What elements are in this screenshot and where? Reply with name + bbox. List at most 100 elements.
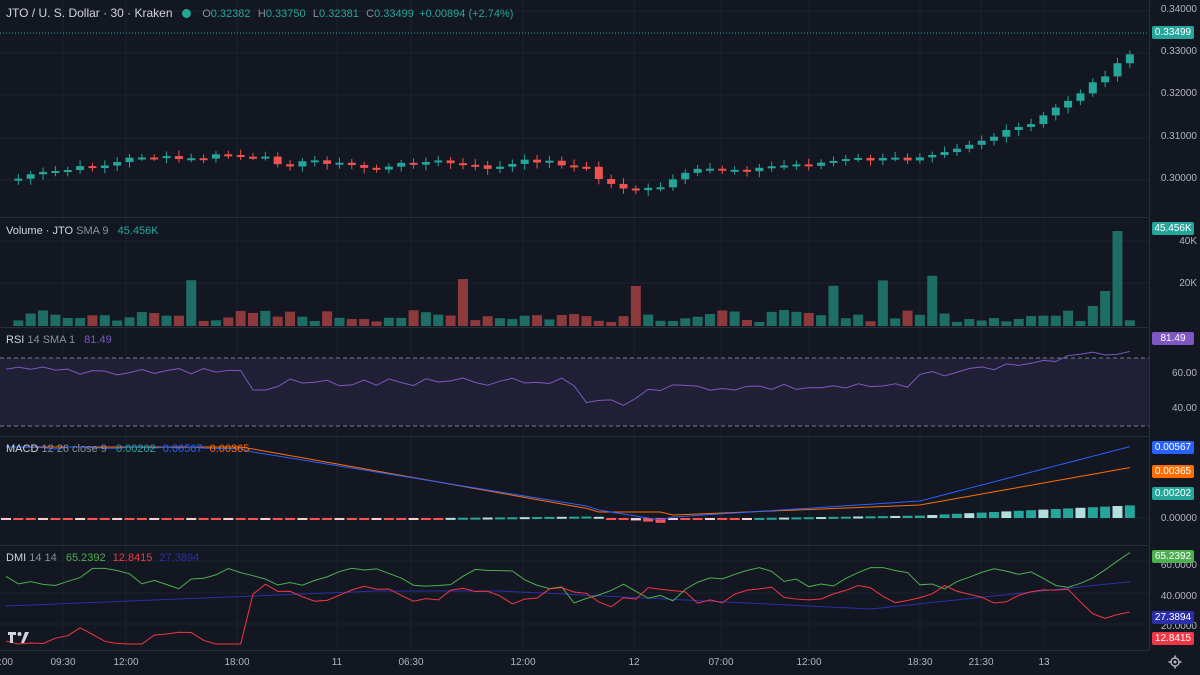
- volume-bar: [1075, 320, 1086, 326]
- symbol-title[interactable]: JTO / U. S. Dollar · 30 · Kraken: [6, 6, 173, 20]
- candle-body: [1039, 115, 1048, 125]
- volume-bar: [334, 317, 345, 326]
- macd-hist-bar: [840, 516, 851, 519]
- macd-hist-bar: [272, 518, 283, 520]
- volume-bar: [1063, 310, 1074, 326]
- macd-hist-bar: [729, 518, 740, 520]
- candle-body: [162, 156, 171, 159]
- macd-hist-bar: [877, 516, 888, 519]
- macd-hist-bar: [519, 517, 530, 520]
- volume-bar: [803, 312, 814, 326]
- candle-body: [1076, 93, 1085, 101]
- time-tick: :00: [0, 657, 13, 668]
- macd-hist-bar: [371, 518, 382, 520]
- volume-bar: [482, 316, 493, 326]
- candle-body: [286, 164, 295, 167]
- volume-bar: [951, 321, 962, 326]
- candle-body: [829, 160, 838, 163]
- time-tick: 11: [331, 657, 343, 668]
- volume-bar: [507, 319, 518, 326]
- macd-hist-bar: [927, 515, 938, 518]
- volume-bar: [704, 313, 715, 326]
- candle-body: [644, 187, 653, 191]
- volume-bar: [383, 317, 394, 326]
- macd-hist-bar: [890, 515, 901, 518]
- time-tick: 09:30: [50, 657, 76, 668]
- volume-title[interactable]: Volume · JTO: [6, 225, 73, 237]
- volume-bar: [495, 318, 505, 326]
- volume-bar: [581, 316, 592, 326]
- macd-hist-bar: [853, 516, 864, 519]
- gear-icon[interactable]: [1168, 655, 1182, 669]
- dmi-title[interactable]: DMI: [6, 552, 26, 564]
- candle-body: [211, 154, 220, 159]
- high-value: 0.33750: [265, 8, 306, 20]
- macd-hist-bar: [692, 518, 703, 520]
- macd-hist-bar: [495, 517, 505, 520]
- rsi-title[interactable]: RSI: [6, 334, 24, 346]
- close-label: C: [366, 8, 375, 20]
- macd-hist-bar: [223, 518, 234, 520]
- change-value: +0.00894 (+2.74%): [419, 8, 514, 20]
- macd-hist-bar: [87, 518, 98, 520]
- macd-hist-bar: [914, 515, 925, 518]
- candle-body: [14, 178, 23, 181]
- time-tick: 18:00: [224, 657, 250, 668]
- macd-hist-bar: [779, 517, 790, 520]
- volume-bar: [112, 320, 123, 326]
- candle-body: [471, 164, 480, 167]
- macd-hist-bar: [618, 518, 629, 520]
- time-tick: 12: [628, 657, 640, 668]
- candle-body: [26, 174, 35, 179]
- volume-bar: [544, 319, 555, 326]
- candle-body: [594, 166, 603, 180]
- volume-bar: [136, 312, 147, 326]
- volume-bar: [939, 313, 950, 326]
- macd-hist-bar: [742, 518, 752, 520]
- candle-body: [804, 164, 813, 167]
- candle-body: [977, 140, 986, 145]
- tradingview-logo-icon[interactable]: [8, 630, 30, 646]
- rsi-tick: 60.00: [1171, 368, 1197, 379]
- candle-body: [446, 160, 455, 164]
- price-tick: 0.33000: [1160, 46, 1197, 57]
- candle-body: [545, 160, 554, 163]
- candle-body: [323, 160, 332, 164]
- candlestick-chart[interactable]: [0, 0, 1149, 217]
- volume-bar: [1050, 315, 1061, 326]
- rsi-pane[interactable]: [0, 328, 1149, 437]
- volume-bar: [87, 315, 98, 326]
- eye-dot-icon[interactable]: [181, 9, 191, 18]
- candle-body: [51, 171, 60, 174]
- volume-bar: [50, 314, 61, 326]
- open-value: 0.32382: [210, 8, 251, 20]
- volume-bar: [420, 312, 431, 326]
- macd-hist-bar: [173, 518, 184, 520]
- macd-hist-bar: [951, 513, 962, 518]
- volume-bar: [359, 319, 370, 326]
- macd-hist-bar: [680, 518, 691, 520]
- macd-hist-bar: [322, 518, 333, 520]
- macd-hist-bar: [470, 517, 481, 520]
- adx-badge: 27.3894: [1152, 611, 1194, 624]
- time-tick: 12:00: [510, 657, 536, 668]
- candle-body: [681, 172, 690, 180]
- volume-bar: [1013, 318, 1024, 326]
- volume-pane[interactable]: [0, 218, 1149, 328]
- volume-bar: [1026, 316, 1037, 326]
- candle-body: [421, 162, 430, 165]
- macd-hist-bar: [25, 518, 36, 520]
- volume-bar: [223, 317, 234, 326]
- price-tick: 0.30000: [1160, 173, 1197, 184]
- macd-hist-bar: [1038, 509, 1049, 518]
- candle-body: [1002, 129, 1011, 137]
- macd-hist-bar: [1075, 507, 1086, 518]
- macd-hist-bar: [210, 518, 221, 520]
- rsi-badge: 81.49: [1152, 332, 1194, 345]
- candle-body: [1088, 82, 1097, 94]
- macd-hist-bar: [433, 518, 444, 520]
- macd-hist-bar: [383, 518, 394, 520]
- price-pane[interactable]: [0, 0, 1149, 218]
- macd-title[interactable]: MACD: [6, 443, 38, 455]
- dmi-params: 14 14: [29, 552, 57, 564]
